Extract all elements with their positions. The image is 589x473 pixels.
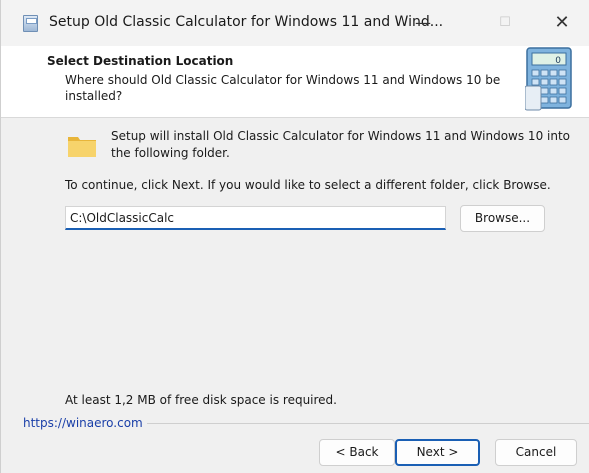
disk-space-note: At least 1,2 MB of free disk space is re…	[65, 393, 337, 407]
window-title: Setup Old Classic Calculator for Windows…	[49, 14, 444, 30]
wizard-header: Select Destination Location Where should…	[1, 46, 589, 118]
setup-window: Setup Old Classic Calculator for Windows…	[0, 0, 589, 473]
title-bar[interactable]: Setup Old Classic Calculator for Windows…	[1, 0, 589, 46]
cancel-button[interactable]: Cancel	[495, 439, 577, 466]
setup-app-icon	[23, 15, 38, 32]
back-button[interactable]: < Back	[319, 439, 395, 466]
page-title: Select Destination Location	[47, 54, 234, 68]
minimize-button[interactable]: —	[403, 8, 443, 38]
folder-icon	[68, 137, 96, 157]
footer-divider	[147, 423, 589, 424]
wizard-body: Setup will install Old Classic Calculato…	[1, 118, 589, 418]
browse-button[interactable]: Browse...	[460, 205, 545, 232]
page-subtitle: Where should Old Classic Calculator for …	[65, 73, 501, 103]
destination-path-input[interactable]	[65, 206, 446, 230]
maximize-button: ☐	[499, 15, 511, 30]
next-button[interactable]: Next >	[395, 439, 480, 466]
close-button[interactable]: ✕	[542, 8, 582, 38]
svg-text:0: 0	[555, 56, 561, 66]
continue-instructions: To continue, click Next. If you would li…	[65, 178, 551, 192]
install-description: Setup will install Old Classic Calculato…	[111, 129, 571, 160]
calculator-icon: 0	[525, 47, 572, 111]
winaero-link[interactable]: https://winaero.com	[23, 416, 143, 430]
